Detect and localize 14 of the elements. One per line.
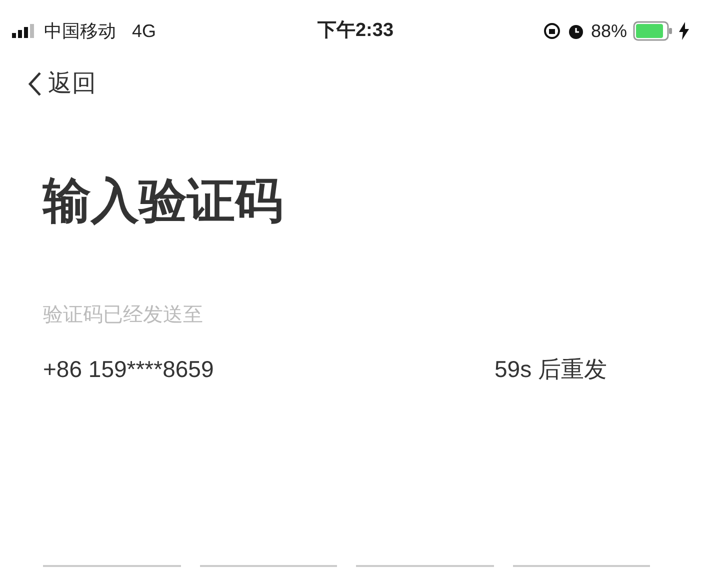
alarm-icon — [566, 22, 585, 40]
carrier-name: 中国移动 — [44, 20, 116, 42]
charging-icon — [679, 22, 689, 40]
sent-to-label: 验证码已经发送至 — [43, 303, 204, 328]
resend-countdown[interactable]: 59s 后重发 — [494, 352, 607, 386]
clock-time: 下午2:33 — [317, 18, 394, 43]
phone-number: +86 159****8659 — [43, 355, 214, 384]
battery-icon — [633, 21, 673, 41]
page-title: 输入验证码 — [43, 174, 284, 230]
back-chevron-icon — [28, 71, 42, 97]
rotation-lock-icon — [542, 22, 561, 40]
back-button[interactable]: 返回 — [28, 66, 96, 102]
battery-percent: 88% — [590, 20, 627, 42]
network-type: 4G — [132, 20, 156, 42]
